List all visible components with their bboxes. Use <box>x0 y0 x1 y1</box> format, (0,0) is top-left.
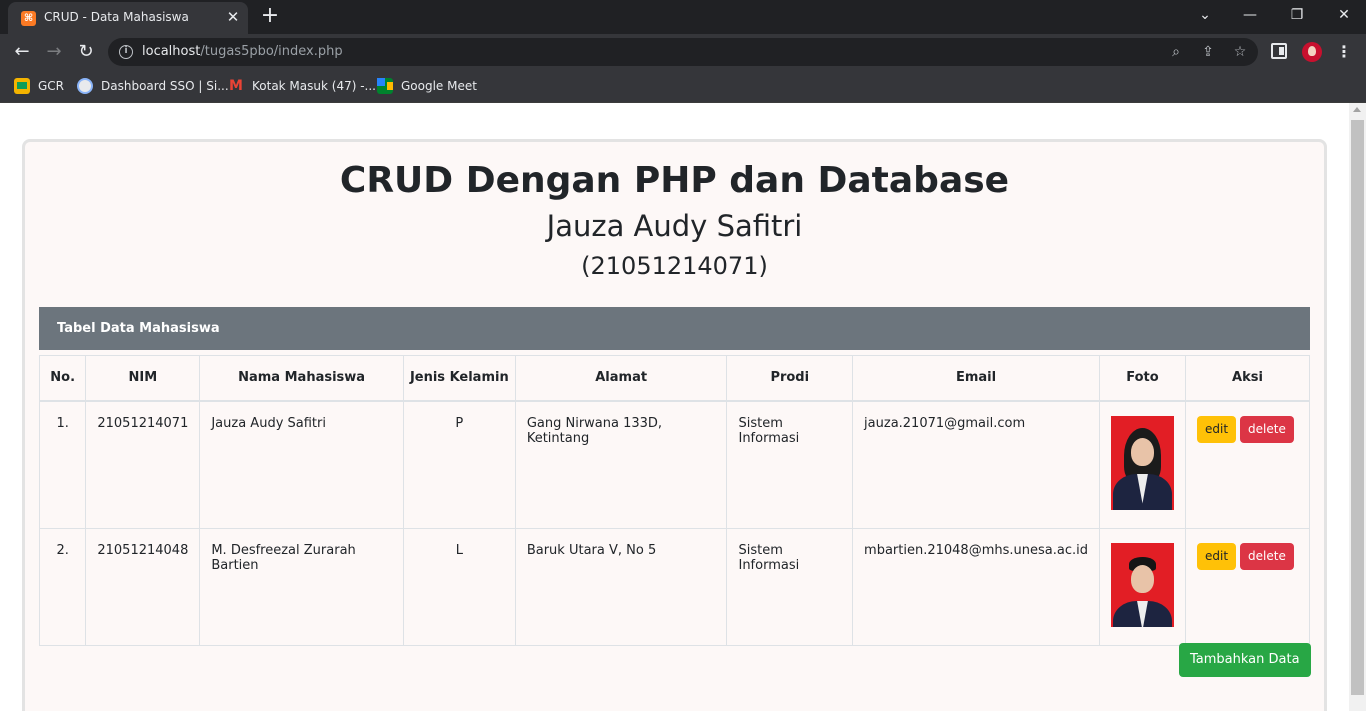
tab-title: CRUD - Data Mahasiswa <box>44 10 189 24</box>
bookmark-label: GCR <box>38 79 65 93</box>
author-name: Jauza Audy Safitri <box>546 209 803 243</box>
cell-aksi: edit delete <box>1184 527 1311 646</box>
tab-close-icon[interactable]: ✕ <box>224 8 242 26</box>
bookmark-label: Dashboard SSO | Si... <box>101 79 229 93</box>
panel-header: Tabel Data Mahasiswa <box>39 307 1310 350</box>
site-info-icon[interactable]: i <box>119 45 133 59</box>
bookmark-gcr[interactable]: GCR <box>14 76 64 96</box>
scrollbar-thumb[interactable] <box>1351 120 1364 695</box>
table-header-row: No. NIM Nama Mahasiswa Jenis Kelamin Ala… <box>38 355 1311 402</box>
scroll-up-arrow-icon[interactable] <box>1353 107 1361 112</box>
add-data-button[interactable]: Tambahkan Data <box>1179 643 1311 677</box>
cell-alamat: Baruk Utara V, No 5 <box>514 527 728 646</box>
page-viewport: CRUD Dengan PHP dan Database Jauza Audy … <box>0 103 1366 711</box>
minimize-icon[interactable]: — <box>1238 3 1262 27</box>
header-no: No. <box>38 355 87 402</box>
bookmark-kotak-masuk[interactable]: M Kotak Masuk (47) -... <box>228 76 376 96</box>
bookmark-star-icon[interactable]: ☆ <box>1230 42 1250 62</box>
kebab-menu-icon[interactable]: ⋮ <box>1334 40 1354 64</box>
cell-no: 2. <box>38 527 87 646</box>
header-foto: Foto <box>1098 355 1186 402</box>
new-tab-icon[interactable]: + <box>259 5 281 27</box>
header-prodi: Prodi <box>726 355 854 402</box>
bookmark-google-meet[interactable]: Google Meet <box>377 76 477 96</box>
delete-button[interactable]: delete <box>1240 542 1294 570</box>
student-photo <box>1110 542 1174 627</box>
side-panel-icon[interactable] <box>1271 43 1287 59</box>
back-arrow-icon[interactable]: ← <box>9 39 35 65</box>
cell-no: 1. <box>38 400 87 529</box>
address-bar[interactable]: i localhost/tugas5pbo/index.php ⌕ ⇪ ☆ <box>108 38 1258 66</box>
cell-jenis-kelamin: P <box>402 400 516 529</box>
cell-aksi: edit delete <box>1184 400 1311 529</box>
restore-icon[interactable]: ❐ <box>1285 3 1309 27</box>
bookmark-label: Google Meet <box>401 79 477 93</box>
main-card: CRUD Dengan PHP dan Database Jauza Audy … <box>22 139 1327 711</box>
cell-jenis-kelamin: L <box>402 527 516 646</box>
delete-button[interactable]: delete <box>1240 415 1294 443</box>
header-email: Email <box>852 355 1100 402</box>
table-row: 1. 21051214071 Jauza Audy Safitri P Gang… <box>38 400 1311 529</box>
profile-avatar[interactable] <box>1302 42 1322 62</box>
edit-button[interactable]: edit <box>1196 542 1237 570</box>
table-row: 2. 21051214048 M. Desfreezal Zurarah Bar… <box>38 527 1311 646</box>
window-close-icon[interactable]: ✕ <box>1332 3 1356 27</box>
header-nama: Nama Mahasiswa <box>199 355 404 402</box>
author-nim: (21051214071) <box>581 252 768 280</box>
cell-prodi: Sistem Informasi <box>726 527 854 646</box>
browser-tab[interactable]: ⌘ CRUD - Data Mahasiswa ✕ <box>8 2 248 34</box>
bookmark-dashboard-sso[interactable]: Dashboard SSO | Si... <box>77 76 229 96</box>
edit-button[interactable]: edit <box>1196 415 1237 443</box>
page-title: CRUD Dengan PHP dan Database <box>339 160 1010 201</box>
cell-nama: Jauza Audy Safitri <box>199 400 404 529</box>
cell-alamat: Gang Nirwana 133D, Ketintang <box>514 400 728 529</box>
cell-nama: M. Desfreezal Zurarah Bartien <box>199 527 404 646</box>
student-photo <box>1110 415 1174 510</box>
cell-prodi: Sistem Informasi <box>726 400 854 529</box>
cell-foto <box>1098 527 1186 646</box>
student-table: No. NIM Nama Mahasiswa Jenis Kelamin Ala… <box>38 355 1311 646</box>
tab-search-chevron-icon[interactable]: ⌄ <box>1193 3 1217 27</box>
header-nim: NIM <box>85 355 201 402</box>
browser-tab-bar: ⌘ CRUD - Data Mahasiswa ✕ + ⌄ — ❐ ✕ <box>0 0 1366 34</box>
cell-foto <box>1098 400 1186 529</box>
share-icon[interactable]: ⇪ <box>1198 42 1218 62</box>
url-text[interactable]: localhost/tugas5pbo/index.php <box>142 44 343 59</box>
sso-icon <box>77 78 93 94</box>
header-jenis-kelamin: Jenis Kelamin <box>402 355 516 402</box>
gmail-icon: M <box>229 78 243 94</box>
xampp-favicon-icon: ⌘ <box>21 11 36 26</box>
bookmarks-bar: GCR Dashboard SSO | Si... M Kotak Masuk … <box>0 70 1366 103</box>
page-scrollbar[interactable] <box>1349 103 1366 711</box>
cell-nim: 21051214048 <box>85 527 201 646</box>
classroom-icon <box>14 78 30 94</box>
cell-email: jauza.21071@gmail.com <box>852 400 1100 529</box>
bookmark-label: Kotak Masuk (47) -... <box>252 79 376 93</box>
header-alamat: Alamat <box>514 355 728 402</box>
forward-arrow-icon[interactable]: → <box>41 39 67 65</box>
header-aksi: Aksi <box>1184 355 1311 402</box>
reload-icon[interactable]: ↻ <box>73 39 99 65</box>
cell-email: mbartien.21048@mhs.unesa.ac.id <box>852 527 1100 646</box>
browser-toolbar: ← → ↻ i localhost/tugas5pbo/index.php ⌕ … <box>0 34 1366 70</box>
cell-nim: 21051214071 <box>85 400 201 529</box>
zoom-icon[interactable]: ⌕ <box>1166 42 1186 62</box>
meet-icon <box>377 78 393 94</box>
